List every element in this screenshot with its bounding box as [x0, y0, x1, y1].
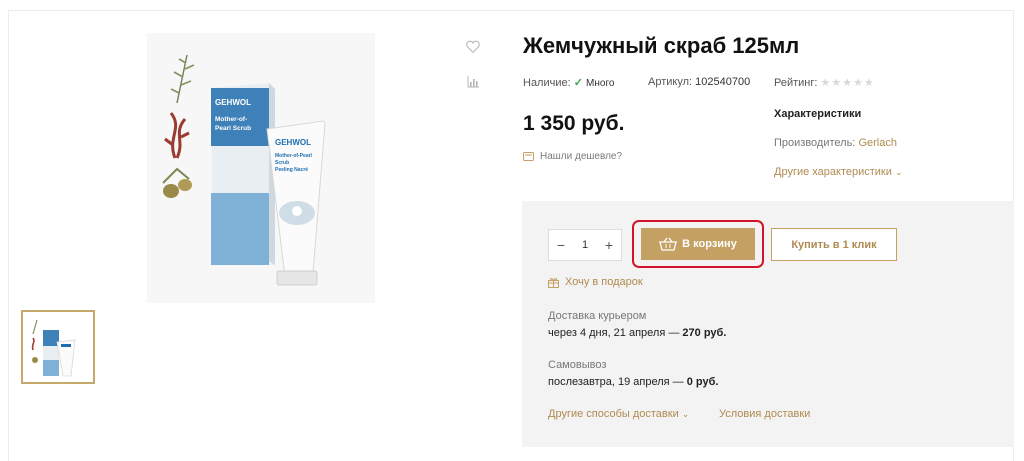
gift-icon: [548, 277, 559, 288]
manufacturer-link[interactable]: Gerlach: [858, 137, 897, 149]
manufacturer-label: Производитель:: [774, 137, 856, 149]
availability-value: Много: [586, 78, 615, 89]
manufacturer: Производитель: Gerlach: [774, 137, 897, 149]
buy-one-click-button[interactable]: Купить в 1 клик: [771, 228, 897, 261]
tube-name-line-1: Mother-of-Pearl: [275, 153, 313, 159]
product-title: Жемчужный скраб 125мл: [523, 33, 800, 58]
box-name-line-1: Mother-of-: [215, 116, 247, 123]
other-delivery-methods-link[interactable]: Другие способы доставки ⌄: [548, 408, 689, 420]
rating: Рейтинг: ★★★★★: [774, 76, 875, 89]
pickup-label: Самовывоз: [548, 359, 607, 371]
add-to-cart-button[interactable]: В корзину: [641, 228, 755, 260]
box-name-line-2: Pearl Scrub: [215, 125, 251, 132]
compare-button[interactable]: [465, 74, 481, 90]
rating-label: Рейтинг:: [774, 77, 818, 89]
price-tag-icon: [523, 152, 534, 161]
other-delivery-methods-label: Другие способы доставки: [548, 408, 679, 420]
check-icon: ✓: [573, 77, 583, 89]
other-characteristics-link[interactable]: Другие характеристики ⌄: [774, 166, 902, 178]
courier-delivery-info: через 4 дня, 21 апреля — 270 руб.: [548, 327, 726, 339]
rating-stars-icon[interactable]: ★★★★★: [821, 77, 875, 89]
other-characteristics-label: Другие характеристики: [774, 166, 892, 178]
article-value: 102540700: [695, 76, 751, 88]
wishlist-button[interactable]: [465, 38, 481, 54]
courier-delivery-label: Доставка курьером: [548, 310, 647, 322]
quantity-input[interactable]: 1: [573, 239, 597, 251]
delivery-terms-link[interactable]: Условия доставки: [719, 408, 810, 420]
chevron-down-icon: ⌄: [681, 409, 690, 419]
gift-link[interactable]: Хочу в подарок: [548, 276, 643, 288]
product-thumbnail[interactable]: [21, 310, 95, 384]
add-to-cart-label: В корзину: [682, 238, 737, 250]
availability: Наличие: ✓ Много: [523, 76, 614, 89]
article: Артикул: 102540700: [648, 76, 750, 88]
courier-delivery-date: через 4 дня, 21 апреля —: [548, 327, 680, 339]
characteristics-title: Характеристики: [774, 108, 862, 120]
heart-icon: [466, 40, 480, 53]
product-main-image[interactable]: GEHWOL Mother-of- Pearl Scrub GEHWOL Mot…: [147, 33, 375, 303]
found-cheaper-link[interactable]: Нашли дешевле?: [523, 151, 622, 162]
pickup-price: 0 руб.: [686, 376, 719, 388]
product-price: 1 350 руб.: [523, 112, 625, 135]
product-illustration: GEHWOL Mother-of- Pearl Scrub GEHWOL Mot…: [147, 33, 375, 303]
quantity-decrease-button[interactable]: −: [549, 230, 573, 260]
thumbnail-illustration: [31, 319, 76, 377]
found-cheaper-label: Нашли дешевле?: [540, 151, 623, 162]
article-label: Артикул:: [648, 76, 693, 88]
box-brand-text: GEHWOL: [215, 98, 251, 107]
bar-chart-icon: [467, 76, 479, 88]
product-box-illustration: GEHWOL Mother-of- Pearl Scrub: [211, 83, 275, 265]
pickup-info: послезавтра, 19 апреля — 0 руб.: [548, 376, 718, 388]
chevron-down-icon: ⌄: [894, 167, 903, 177]
basket-icon: [659, 237, 678, 251]
availability-label: Наличие:: [523, 77, 571, 89]
gift-label: Хочу в подарок: [565, 276, 643, 288]
pickup-date: послезавтра, 19 апреля —: [548, 376, 684, 388]
quantity-stepper: − 1 +: [548, 229, 622, 261]
courier-delivery-price: 270 руб.: [682, 327, 727, 339]
tube-name-line-3: Peeling Nacré: [275, 167, 308, 173]
tube-name-line-2: Scrub: [275, 160, 289, 166]
tube-brand-text: GEHWOL: [275, 138, 311, 147]
quantity-increase-button[interactable]: +: [597, 230, 621, 260]
